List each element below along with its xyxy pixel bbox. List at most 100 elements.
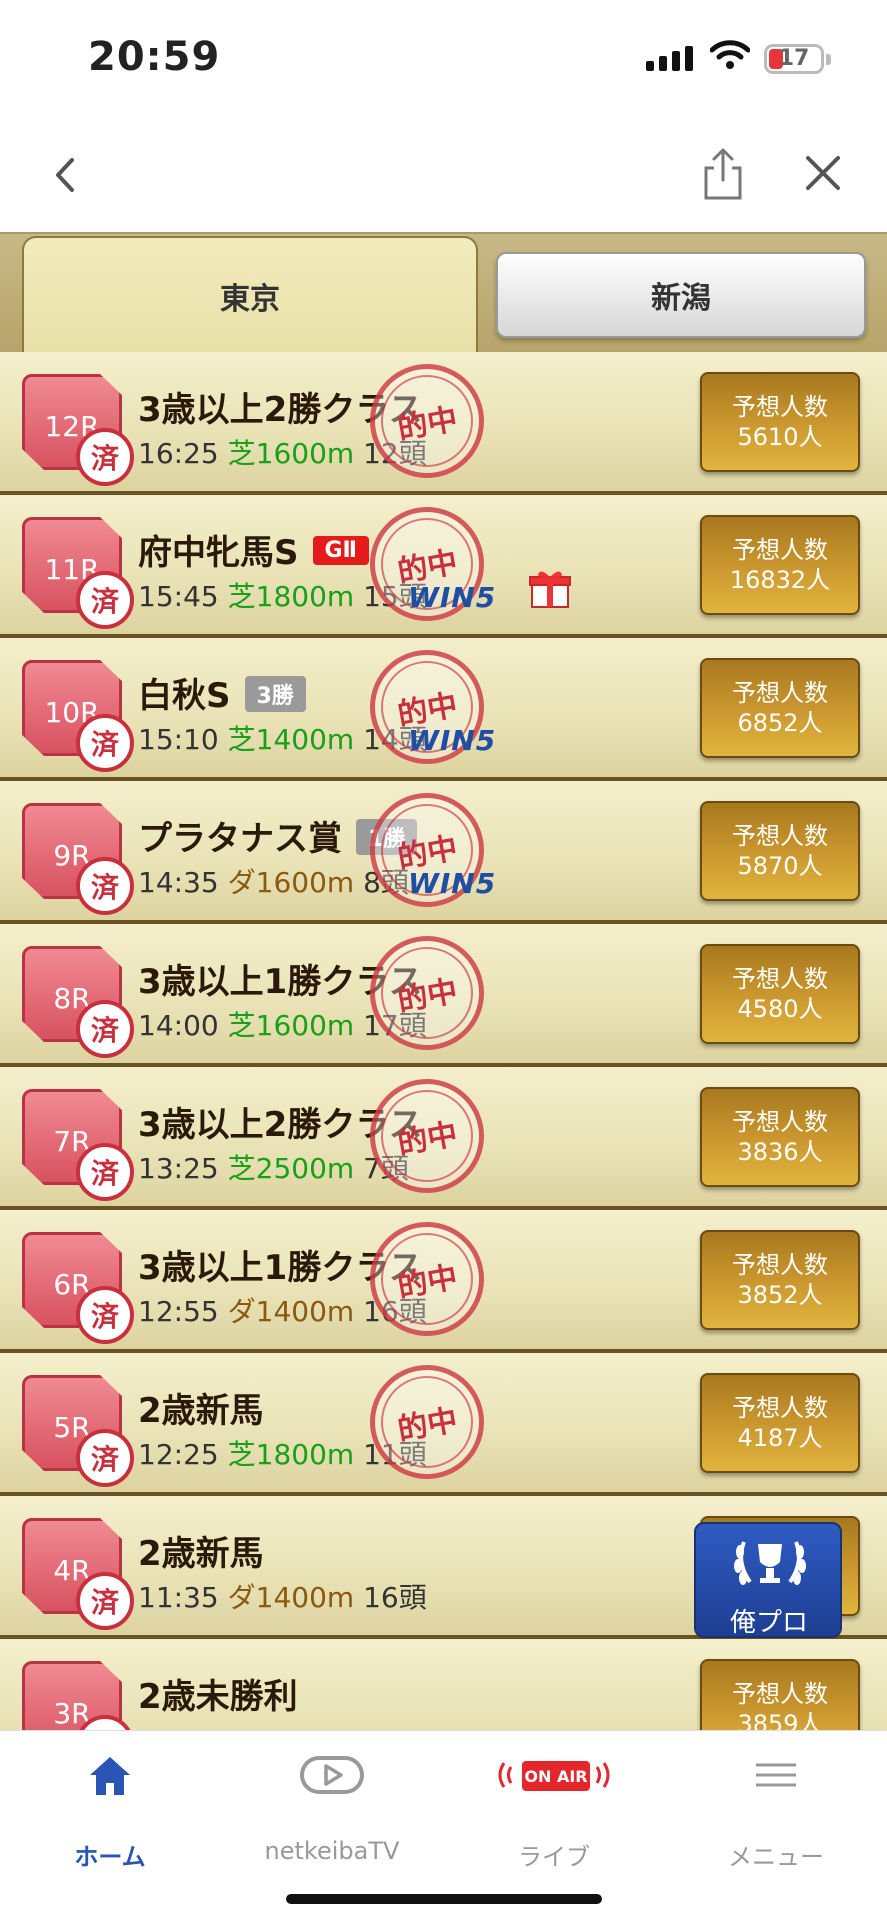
- race-row[interactable]: 6R 済 3歳以上1勝クラス 12:55 ダ1400m 16頭 的中 予想人数 3852人: [0, 1210, 887, 1353]
- finished-badge: 済: [76, 1143, 134, 1201]
- race-name: 2歳未勝利: [138, 1677, 298, 1717]
- race-surface: 芝1400m: [227, 723, 355, 756]
- prediction-count-label: 予想人数: [732, 1251, 828, 1279]
- race-surface: 芝1600m: [227, 1009, 355, 1042]
- gift-icon[interactable]: [528, 567, 572, 611]
- prediction-count-button[interactable]: 予想人数 3859人: [700, 1659, 860, 1730]
- prediction-count-button[interactable]: 予想人数 4580人: [700, 944, 860, 1044]
- status-bar: 20:59 17: [0, 0, 887, 120]
- home-icon: [90, 1757, 130, 1795]
- prediction-count-value: 3859人: [737, 1710, 823, 1730]
- race-row[interactable]: 8R 済 3歳以上1勝クラス 14:00 芝1600m 17頭 的中 予想人数 4580人: [0, 924, 887, 1067]
- win5-logo: WIN5: [408, 581, 497, 614]
- cellular-signal-icon: [646, 46, 693, 71]
- tab-tokyo[interactable]: 東京: [22, 236, 478, 354]
- prediction-count-button[interactable]: 予想人数 4187人: [700, 1373, 860, 1473]
- race-time: 16:25: [138, 437, 219, 470]
- prediction-count-label: 予想人数: [732, 1680, 828, 1708]
- prediction-count-value: 5870人: [737, 852, 823, 880]
- finished-badge: 済: [76, 1000, 134, 1058]
- battery-icon: 17: [764, 44, 824, 74]
- tab-netkeibatv-label: netkeibaTV: [264, 1837, 400, 1865]
- prediction-count-value: 3852人: [737, 1281, 823, 1309]
- race-time: 14:35: [138, 866, 219, 899]
- race-info: 13:25 芝2500m 7頭: [138, 1147, 409, 1187]
- menu-icon: [756, 1763, 796, 1787]
- race-row[interactable]: 12R 済 3歳以上2勝クラス 16:25 芝1600m 12頭 的中 予想人数 5610人: [0, 352, 887, 495]
- prediction-count-value: 5610人: [737, 423, 823, 451]
- finished-badge: 済: [76, 714, 134, 772]
- close-icon[interactable]: [800, 150, 846, 196]
- race-surface: 芝1600m: [227, 437, 355, 470]
- bottom-tab-bar: ホーム netkeibaTV ON AIR ライブ メニュー: [0, 1730, 887, 1920]
- venue-tabs: 東京 新潟: [0, 232, 887, 354]
- orepro-button[interactable]: 俺プロ: [694, 1522, 842, 1638]
- laurel-trophy-icon: [734, 1541, 806, 1585]
- share-icon[interactable]: [700, 146, 746, 202]
- home-indicator: [286, 1894, 602, 1904]
- finished-badge: 済: [76, 571, 134, 629]
- tab-home-label: ホーム: [74, 1843, 146, 1871]
- tab-niigata[interactable]: 新潟: [496, 252, 866, 338]
- race-surface: 芝1800m: [227, 1438, 355, 1471]
- prediction-count-button[interactable]: 予想人数 5870人: [700, 801, 860, 901]
- race-row[interactable]: 11R 済府中牝馬S GⅡ 15:45 芝1800m 15頭 的中 WIN5 予想人数 168…: [0, 495, 887, 638]
- race-info: 11:35 ダ1400m 16頭: [138, 1576, 427, 1616]
- race-heads: 16頭: [363, 1581, 427, 1614]
- status-time: 20:59: [88, 34, 221, 80]
- race-name: 2歳新馬: [138, 1391, 264, 1431]
- finished-badge: 済: [76, 428, 134, 486]
- play-icon: [300, 1756, 364, 1794]
- race-row[interactable]: 5R 済 2歳新馬 12:25 芝1800m 11頭 的中 予想人数 4187人: [0, 1353, 887, 1496]
- orepro-label: 俺プロ: [729, 1608, 808, 1638]
- finished-badge: 済: [76, 857, 134, 915]
- race-surface: ダ1400m: [227, 1581, 355, 1614]
- finished-badge: 済: [76, 1572, 134, 1630]
- race-time: 13:25: [138, 1152, 219, 1185]
- prediction-count-button[interactable]: 予想人数 3836人: [700, 1087, 860, 1187]
- win5-logo: WIN5: [408, 724, 497, 757]
- race-row[interactable]: 3R済2歳未勝利 予想人数3859人: [0, 1639, 887, 1730]
- prediction-count-value: 4187人: [737, 1424, 823, 1452]
- prediction-count-button[interactable]: 予想人数 16832人: [700, 515, 860, 615]
- tab-menu-label: メニュー: [728, 1843, 824, 1871]
- prediction-count-value: 6852人: [737, 709, 823, 737]
- prediction-count-label: 予想人数: [732, 536, 828, 564]
- win5-logo: WIN5: [408, 867, 497, 900]
- prediction-count-value: 4580人: [737, 995, 823, 1023]
- prediction-count-label: 予想人数: [732, 393, 828, 421]
- race-row[interactable]: 9R 済プラタナス賞 1勝 14:35 ダ1600m 8頭 的中 WIN5 予想人数 5870…: [0, 781, 887, 924]
- prediction-count-value: 16832人: [729, 566, 831, 594]
- prediction-count-button[interactable]: 予想人数 6852人: [700, 658, 860, 758]
- race-grade-badge: 3勝: [244, 675, 306, 712]
- race-row[interactable]: 7R 済 3歳以上2勝クラス 13:25 芝2500m 7頭 的中 予想人数 3836人: [0, 1067, 887, 1210]
- finished-badge: 済: [76, 1429, 134, 1487]
- race-row[interactable]: 10R 済白秋S 3勝 15:10 芝1400m 14頭 的中 WIN5 予想人数 6852人: [0, 638, 887, 781]
- race-surface: ダ1600m: [227, 866, 355, 899]
- tab-live-label: ライブ: [518, 1843, 590, 1871]
- finished-badge: 済: [76, 1286, 134, 1344]
- prediction-count-value: 3836人: [737, 1138, 823, 1166]
- race-surface: ダ1400m: [227, 1295, 355, 1328]
- prediction-count-label: 予想人数: [732, 822, 828, 850]
- race-time: 14:00: [138, 1009, 219, 1042]
- prediction-count-label: 予想人数: [732, 679, 828, 707]
- prediction-count-button[interactable]: 予想人数 3852人: [700, 1230, 860, 1330]
- on-air-badge: ON AIR: [522, 1761, 590, 1791]
- back-icon[interactable]: [40, 150, 90, 200]
- nav-bar: [0, 120, 887, 232]
- race-name: 白秋S 3勝: [138, 668, 306, 717]
- wifi-icon: [710, 40, 750, 69]
- prediction-count-label: 予想人数: [732, 1108, 828, 1136]
- prediction-count-button[interactable]: 予想人数 5610人: [700, 372, 860, 472]
- race-grade-badge: GⅡ: [312, 536, 370, 565]
- race-time: 15:10: [138, 723, 219, 756]
- race-surface: 芝1800m: [227, 580, 355, 613]
- race-surface: 芝2500m: [227, 1152, 355, 1185]
- prediction-count-label: 予想人数: [732, 1394, 828, 1422]
- race-name: 2歳新馬: [138, 1534, 264, 1574]
- race-time: 12:55: [138, 1295, 219, 1328]
- race-time: 12:25: [138, 1438, 219, 1471]
- race-time: 15:45: [138, 580, 219, 613]
- prediction-count-label: 予想人数: [732, 965, 828, 993]
